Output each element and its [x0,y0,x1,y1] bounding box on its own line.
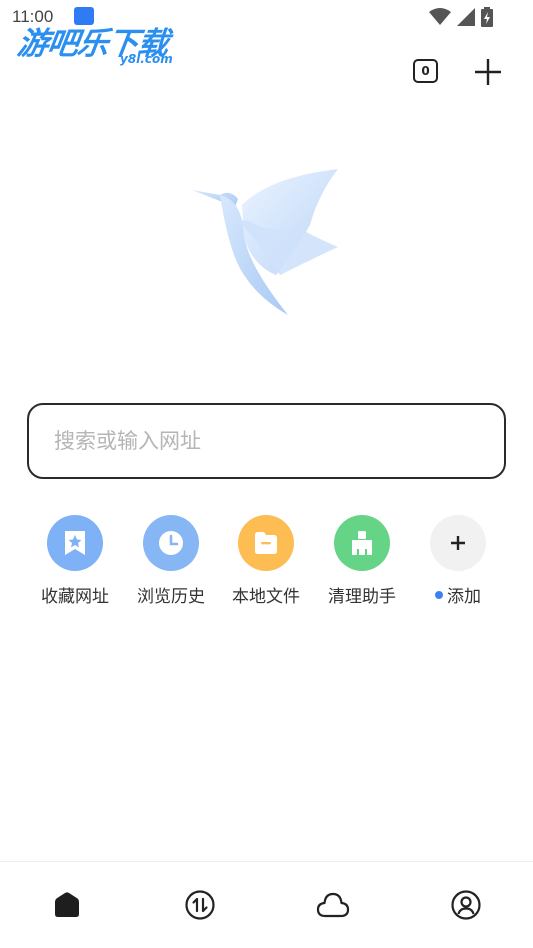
tab-count-button[interactable]: 0 [413,59,438,83]
shortcut-label-history: 浏览历史 [137,587,205,607]
shortcut-files[interactable]: 本地文件 [218,515,314,610]
add-label: 添加 [447,587,481,607]
shortcut-label-cleaner: 清理助手 [328,587,396,607]
bottom-navigation [0,862,533,948]
nav-home[interactable] [50,888,84,922]
plus-icon [475,59,501,85]
nav-profile[interactable] [449,888,483,922]
shortcut-add[interactable]: 添加 [410,515,506,610]
cloud-icon [316,892,350,918]
tab-count: 0 [421,64,430,78]
bird-logo-icon [192,169,338,315]
status-icons [429,7,493,27]
watermark-logo: 游吧乐下载 y8l.com [15,18,188,68]
new-indicator-dot [435,590,443,599]
folder-icon [238,515,294,571]
shortcut-grid: 收藏网址 浏览历史 本地文件 清理助手 添加 [27,515,506,610]
user-icon [451,890,481,920]
search-box[interactable] [27,403,506,479]
home-icon [55,892,79,917]
bookmark-star-icon [47,515,103,571]
shortcut-bookmarks[interactable]: 收藏网址 [27,515,123,610]
battery-icon [481,7,493,27]
new-tab-button[interactable] [473,57,503,87]
browser-logo [190,165,345,320]
shortcut-history[interactable]: 浏览历史 [123,515,219,610]
shortcut-label-bookmarks: 收藏网址 [41,587,109,607]
shortcut-cleaner[interactable]: 清理助手 [314,515,410,610]
watermark-subtitle: y8l.com [120,52,173,66]
wifi-icon [429,8,451,25]
signal-icon [457,8,475,26]
clock-icon [143,515,199,571]
transfer-icon [185,890,215,920]
nav-cloud[interactable] [316,888,350,922]
broom-icon [334,515,390,571]
browser-home-page: 11:00 游吧乐下载 y8l.com 0 搜索或输入网址 收藏网址 浏览历史 … [0,0,533,948]
nav-transfer[interactable] [183,888,217,922]
plus-icon [430,515,486,571]
shortcut-label-files: 本地文件 [232,587,300,607]
shortcut-label-add: 添加 [435,582,481,607]
search-input[interactable] [52,428,476,454]
